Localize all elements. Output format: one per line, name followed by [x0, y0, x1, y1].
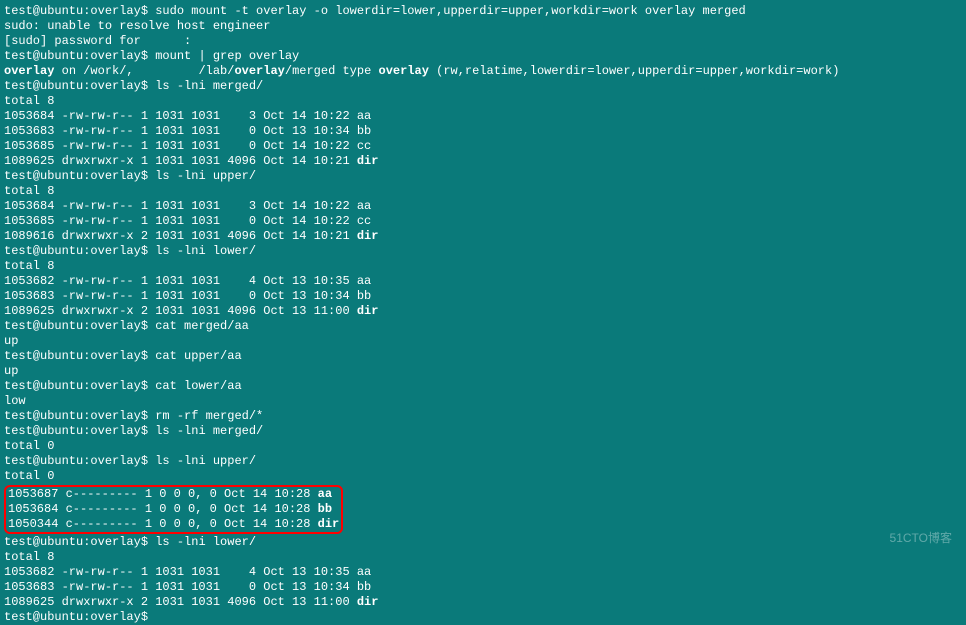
file-row: 1053683 -rw-rw-r-- 1 1031 1031 0 Oct 13 … [4, 289, 962, 304]
cmd-line[interactable]: test@ubuntu:overlay$ cat upper/aa [4, 349, 962, 364]
prompt: test@ubuntu:overlay$ [4, 319, 155, 333]
whiteout-row: 1053687 c--------- 1 0 0 0, 0 Oct 14 10:… [8, 487, 339, 502]
cmd-text: ls -lni upper/ [155, 454, 256, 468]
file-name: dir [318, 517, 340, 531]
cmd-line[interactable]: test@ubuntu:overlay$ mount | grep overla… [4, 49, 962, 64]
whiteout-row: 1053684 c--------- 1 0 0 0, 0 Oct 14 10:… [8, 502, 339, 517]
highlight-box: 1053687 c--------- 1 0 0 0, 0 Oct 14 10:… [4, 485, 343, 534]
output-line: [sudo] password for : [4, 34, 962, 49]
file-row: 1053682 -rw-rw-r-- 1 1031 1031 4 Oct 13 … [4, 274, 962, 289]
dir-name: dir [357, 154, 379, 168]
cmd-line[interactable]: test@ubuntu:overlay$ cat merged/aa [4, 319, 962, 334]
file-name: bb [318, 502, 332, 516]
prompt: test@ubuntu:overlay$ [4, 610, 155, 624]
file-row: 1053685 -rw-rw-r-- 1 1031 1031 0 Oct 14 … [4, 139, 962, 154]
cmd-text: cat upper/aa [155, 349, 241, 363]
file-row: 1089625 drwxrwxr-x 1 1031 1031 4096 Oct … [4, 154, 962, 169]
output-line: up [4, 364, 962, 379]
output-line: total 8 [4, 259, 962, 274]
output-line: total 8 [4, 94, 962, 109]
file-row: 1053684 -rw-rw-r-- 1 1031 1031 3 Oct 14 … [4, 199, 962, 214]
cmd-line[interactable]: test@ubuntu:overlay$ sudo mount -t overl… [4, 4, 962, 19]
output-line: low [4, 394, 962, 409]
cmd-line[interactable]: test@ubuntu:overlay$ ls -lni upper/ [4, 169, 962, 184]
prompt: test@ubuntu:overlay$ [4, 49, 155, 63]
output-line: total 0 [4, 469, 962, 484]
cmd-line[interactable]: test@ubuntu:overlay$ rm -rf merged/* [4, 409, 962, 424]
prompt: test@ubuntu:overlay$ [4, 169, 155, 183]
prompt: test@ubuntu:overlay$ [4, 379, 155, 393]
cmd-text: ls -lni lower/ [155, 535, 256, 549]
file-row: 1089625 drwxrwxr-x 2 1031 1031 4096 Oct … [4, 595, 962, 610]
file-row: 1053683 -rw-rw-r-- 1 1031 1031 0 Oct 13 … [4, 580, 962, 595]
dir-name: dir [357, 304, 379, 318]
cmd-line[interactable]: test@ubuntu:overlay$ ls -lni lower/ [4, 244, 962, 259]
prompt: test@ubuntu:overlay$ [4, 535, 155, 549]
whiteout-row: 1050344 c--------- 1 0 0 0, 0 Oct 14 10:… [8, 517, 339, 532]
watermark: 51CTO博客 [890, 531, 952, 546]
cmd-text: rm -rf merged/* [155, 409, 263, 423]
match: overlay [234, 64, 284, 78]
file-row: 1053682 -rw-rw-r-- 1 1031 1031 4 Oct 13 … [4, 565, 962, 580]
prompt: test@ubuntu:overlay$ [4, 424, 155, 438]
output-line: total 8 [4, 550, 962, 565]
file-row: 1053685 -rw-rw-r-- 1 1031 1031 0 Oct 14 … [4, 214, 962, 229]
match: overlay [379, 64, 429, 78]
dir-name: dir [357, 229, 379, 243]
output-line: sudo: unable to resolve host engineer [4, 19, 962, 34]
match: overlay [4, 64, 54, 78]
cmd-line[interactable]: test@ubuntu:overlay$ ls -lni merged/ [4, 79, 962, 94]
prompt: test@ubuntu:overlay$ [4, 454, 155, 468]
file-row: 1053684 -rw-rw-r-- 1 1031 1031 3 Oct 14 … [4, 109, 962, 124]
prompt: test@ubuntu:overlay$ [4, 244, 155, 258]
cmd-text: cat lower/aa [155, 379, 241, 393]
cmd-text: ls -lni merged/ [155, 79, 263, 93]
prompt: test@ubuntu:overlay$ [4, 79, 155, 93]
file-name: aa [318, 487, 332, 501]
output-line: up [4, 334, 962, 349]
cmd-text: mount | grep overlay [155, 49, 299, 63]
file-row: 1089625 drwxrwxr-x 2 1031 1031 4096 Oct … [4, 304, 962, 319]
cmd-line[interactable]: test@ubuntu:overlay$ ls -lni lower/ [4, 535, 962, 550]
dir-name: dir [357, 595, 379, 609]
cmd-line[interactable]: test@ubuntu:overlay$ cat lower/aa [4, 379, 962, 394]
cmd-text: sudo mount -t overlay -o lowerdir=lower,… [155, 4, 746, 18]
output-line: total 0 [4, 439, 962, 454]
prompt: test@ubuntu:overlay$ [4, 349, 155, 363]
prompt: test@ubuntu:overlay$ [4, 4, 155, 18]
cmd-line[interactable]: test@ubuntu:overlay$ ls -lni merged/ [4, 424, 962, 439]
prompt: test@ubuntu:overlay$ [4, 409, 155, 423]
cmd-text: cat merged/aa [155, 319, 249, 333]
file-row: 1053683 -rw-rw-r-- 1 1031 1031 0 Oct 13 … [4, 124, 962, 139]
cmd-line[interactable]: test@ubuntu:overlay$ ls -lni upper/ [4, 454, 962, 469]
cmd-line[interactable]: test@ubuntu:overlay$ [4, 610, 962, 625]
output-line: overlay on /work/, /lab/overlay/merged t… [4, 64, 962, 79]
cmd-text: ls -lni lower/ [155, 244, 256, 258]
cmd-text: ls -lni merged/ [155, 424, 263, 438]
output-line: total 8 [4, 184, 962, 199]
cmd-text: ls -lni upper/ [155, 169, 256, 183]
file-row: 1089616 drwxrwxr-x 2 1031 1031 4096 Oct … [4, 229, 962, 244]
